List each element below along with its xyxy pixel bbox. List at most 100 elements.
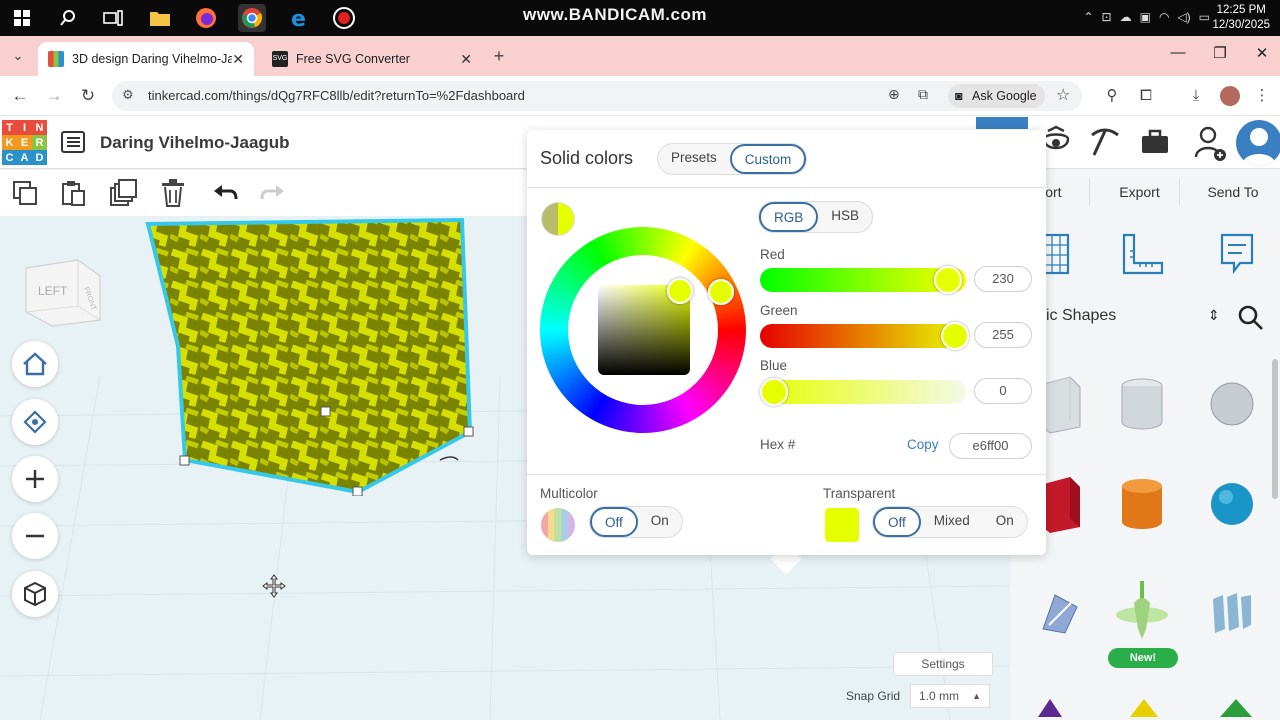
green-slider-knob[interactable] bbox=[941, 322, 969, 350]
search-lens-icon[interactable]: ⚲ bbox=[1100, 84, 1124, 108]
bookmark-star-icon[interactable]: ☆ bbox=[1056, 85, 1070, 105]
blue-slider-knob[interactable] bbox=[760, 378, 788, 406]
transparent-on-option[interactable]: On bbox=[983, 507, 1027, 537]
copy-icon[interactable] bbox=[10, 178, 40, 208]
view-toggle-tab[interactable] bbox=[976, 117, 1028, 129]
bandicam-record-icon[interactable] bbox=[330, 4, 358, 32]
shape-category-select[interactable]: ic Shapes ⇕ bbox=[1046, 307, 1220, 325]
cylinder-shape[interactable] bbox=[1102, 459, 1182, 549]
pyramid-shape[interactable] bbox=[1038, 699, 1062, 717]
search-shapes-icon[interactable] bbox=[1238, 305, 1264, 336]
network-icon[interactable]: ⊡ bbox=[1102, 10, 1112, 24]
extensions-icon[interactable]: ⧠ bbox=[1134, 84, 1158, 108]
battery-icon[interactable]: ▭ bbox=[1199, 10, 1210, 24]
hsb-mode-tab[interactable]: HSB bbox=[818, 202, 872, 232]
sphere-hole-shape[interactable] bbox=[1192, 359, 1272, 449]
home-view-button[interactable] bbox=[12, 341, 58, 387]
export-button[interactable]: Export bbox=[1100, 179, 1180, 205]
hue-wheel[interactable] bbox=[540, 227, 746, 433]
tab-tinkercad[interactable]: 3D design Daring Vihelmo-Jaag ✕ bbox=[38, 42, 254, 76]
profile-avatar-icon[interactable] bbox=[1218, 84, 1242, 108]
volume-icon[interactable]: ◁) bbox=[1177, 10, 1190, 24]
tab-search-chevron-icon[interactable]: ⌄ bbox=[6, 44, 30, 68]
system-tray[interactable]: ⌃ ⊡ ☁ ▣ ◠ ◁) ▭ bbox=[1083, 10, 1210, 24]
file-explorer-icon[interactable] bbox=[146, 4, 174, 32]
paste-icon[interactable] bbox=[58, 178, 88, 208]
zoom-in-button[interactable] bbox=[12, 456, 58, 502]
copy-hex-link[interactable]: Copy bbox=[907, 437, 939, 452]
cylinder-hole-shape[interactable] bbox=[1102, 359, 1182, 449]
blue-value-input[interactable]: 0 bbox=[974, 378, 1032, 404]
new-tab-plus-icon[interactable]: + bbox=[487, 44, 511, 68]
send-to-button[interactable]: Send To bbox=[1190, 179, 1276, 205]
user-avatar[interactable] bbox=[1236, 120, 1280, 166]
notification-icon[interactable]: ▣ bbox=[1140, 10, 1151, 24]
reload-icon[interactable]: ↻ bbox=[76, 84, 100, 108]
search-icon[interactable] bbox=[54, 4, 82, 32]
duplicate-icon[interactable] bbox=[108, 178, 138, 208]
chrome-icon[interactable] bbox=[238, 4, 266, 32]
trash-icon[interactable] bbox=[158, 178, 188, 208]
close-tab-icon[interactable]: ✕ bbox=[460, 51, 472, 68]
chevron-up-icon[interactable]: ⌃ bbox=[1083, 10, 1093, 24]
close-window-icon[interactable]: ✕ bbox=[1242, 44, 1280, 68]
design-title[interactable]: Daring Vihelmo-Jaagub bbox=[100, 133, 290, 153]
tab-svg-converter[interactable]: SVG Free SVG Converter ✕ bbox=[262, 42, 482, 76]
sv-picker-handle[interactable] bbox=[667, 278, 693, 304]
restore-icon[interactable]: ❐ bbox=[1200, 44, 1240, 68]
scribble-shape[interactable] bbox=[1020, 569, 1100, 659]
hex-input[interactable]: e6ff00 bbox=[949, 433, 1032, 459]
roof-shape[interactable] bbox=[1130, 699, 1158, 717]
windows-start-icon[interactable] bbox=[8, 4, 36, 32]
ortho-view-button[interactable] bbox=[12, 571, 58, 617]
forward-arrow-icon[interactable]: → bbox=[42, 84, 66, 108]
task-view-icon[interactable] bbox=[99, 4, 127, 32]
red-slider[interactable] bbox=[760, 266, 966, 294]
ask-google-button[interactable]: ◙ Ask Google bbox=[948, 84, 1045, 108]
close-tab-icon[interactable]: ✕ bbox=[232, 51, 244, 68]
minimize-icon[interactable]: — bbox=[1158, 44, 1198, 68]
text-shape[interactable] bbox=[1192, 569, 1272, 659]
address-bar[interactable]: ⚙ tinkercad.com/things/dQg7RFC8llb/edit?… bbox=[112, 81, 1082, 111]
sphere-shape[interactable] bbox=[1192, 459, 1272, 549]
red-value-input[interactable]: 230 bbox=[974, 266, 1032, 292]
edge-icon[interactable]: e bbox=[285, 4, 313, 32]
settings-button[interactable]: Settings bbox=[893, 652, 993, 676]
custom-tab[interactable]: Custom bbox=[729, 144, 807, 174]
view-cube[interactable]: LEFT FRONT bbox=[22, 250, 102, 335]
add-user-icon[interactable] bbox=[1194, 125, 1228, 168]
zoom-icon[interactable]: ⊕ bbox=[888, 86, 900, 103]
design-list-icon[interactable] bbox=[60, 130, 86, 159]
rgb-mode-tab[interactable]: RGB bbox=[759, 202, 819, 232]
cone-shape[interactable] bbox=[1220, 699, 1252, 717]
url-text[interactable]: tinkercad.com/things/dQg7RFC8llb/edit?re… bbox=[148, 88, 525, 103]
hue-picker-handle[interactable] bbox=[708, 279, 734, 305]
system-clock[interactable]: 12:25 PM 12/30/2025 bbox=[1212, 3, 1270, 33]
selected-lattice-shape[interactable] bbox=[140, 216, 480, 501]
fit-view-button[interactable] bbox=[12, 399, 58, 445]
firefox-icon[interactable] bbox=[192, 4, 220, 32]
ruler-icon[interactable] bbox=[1120, 231, 1166, 282]
site-info-icon[interactable]: ⚙ bbox=[122, 87, 134, 103]
wifi-icon[interactable]: ◠ bbox=[1159, 10, 1169, 24]
transparent-mixed-option[interactable]: Mixed bbox=[921, 507, 983, 537]
spinning-top-shape[interactable] bbox=[1102, 569, 1182, 659]
briefcase-icon[interactable] bbox=[1140, 129, 1170, 160]
snap-grid-select[interactable]: 1.0 mm ▲ bbox=[910, 684, 990, 708]
green-slider[interactable] bbox=[760, 322, 969, 350]
shapes-scrollbar[interactable] bbox=[1272, 359, 1278, 499]
back-arrow-icon[interactable]: ← bbox=[8, 84, 32, 108]
install-app-icon[interactable]: ⧉ bbox=[918, 86, 928, 103]
multicolor-on-option[interactable]: On bbox=[638, 507, 682, 537]
zoom-out-button[interactable] bbox=[12, 513, 58, 559]
blue-slider[interactable] bbox=[760, 378, 966, 406]
notes-icon[interactable] bbox=[1218, 231, 1256, 282]
green-value-input[interactable]: 255 bbox=[974, 322, 1032, 348]
presets-tab[interactable]: Presets bbox=[658, 144, 730, 174]
redo-icon[interactable] bbox=[258, 178, 288, 208]
onedrive-icon[interactable]: ☁ bbox=[1120, 10, 1132, 24]
pickaxe-icon[interactable] bbox=[1088, 125, 1122, 164]
browser-menu-icon[interactable]: ⋮ bbox=[1250, 84, 1274, 108]
tinkercad-logo[interactable]: T I N K E R C A D bbox=[2, 120, 47, 165]
transparent-off-option[interactable]: Off bbox=[873, 507, 921, 537]
